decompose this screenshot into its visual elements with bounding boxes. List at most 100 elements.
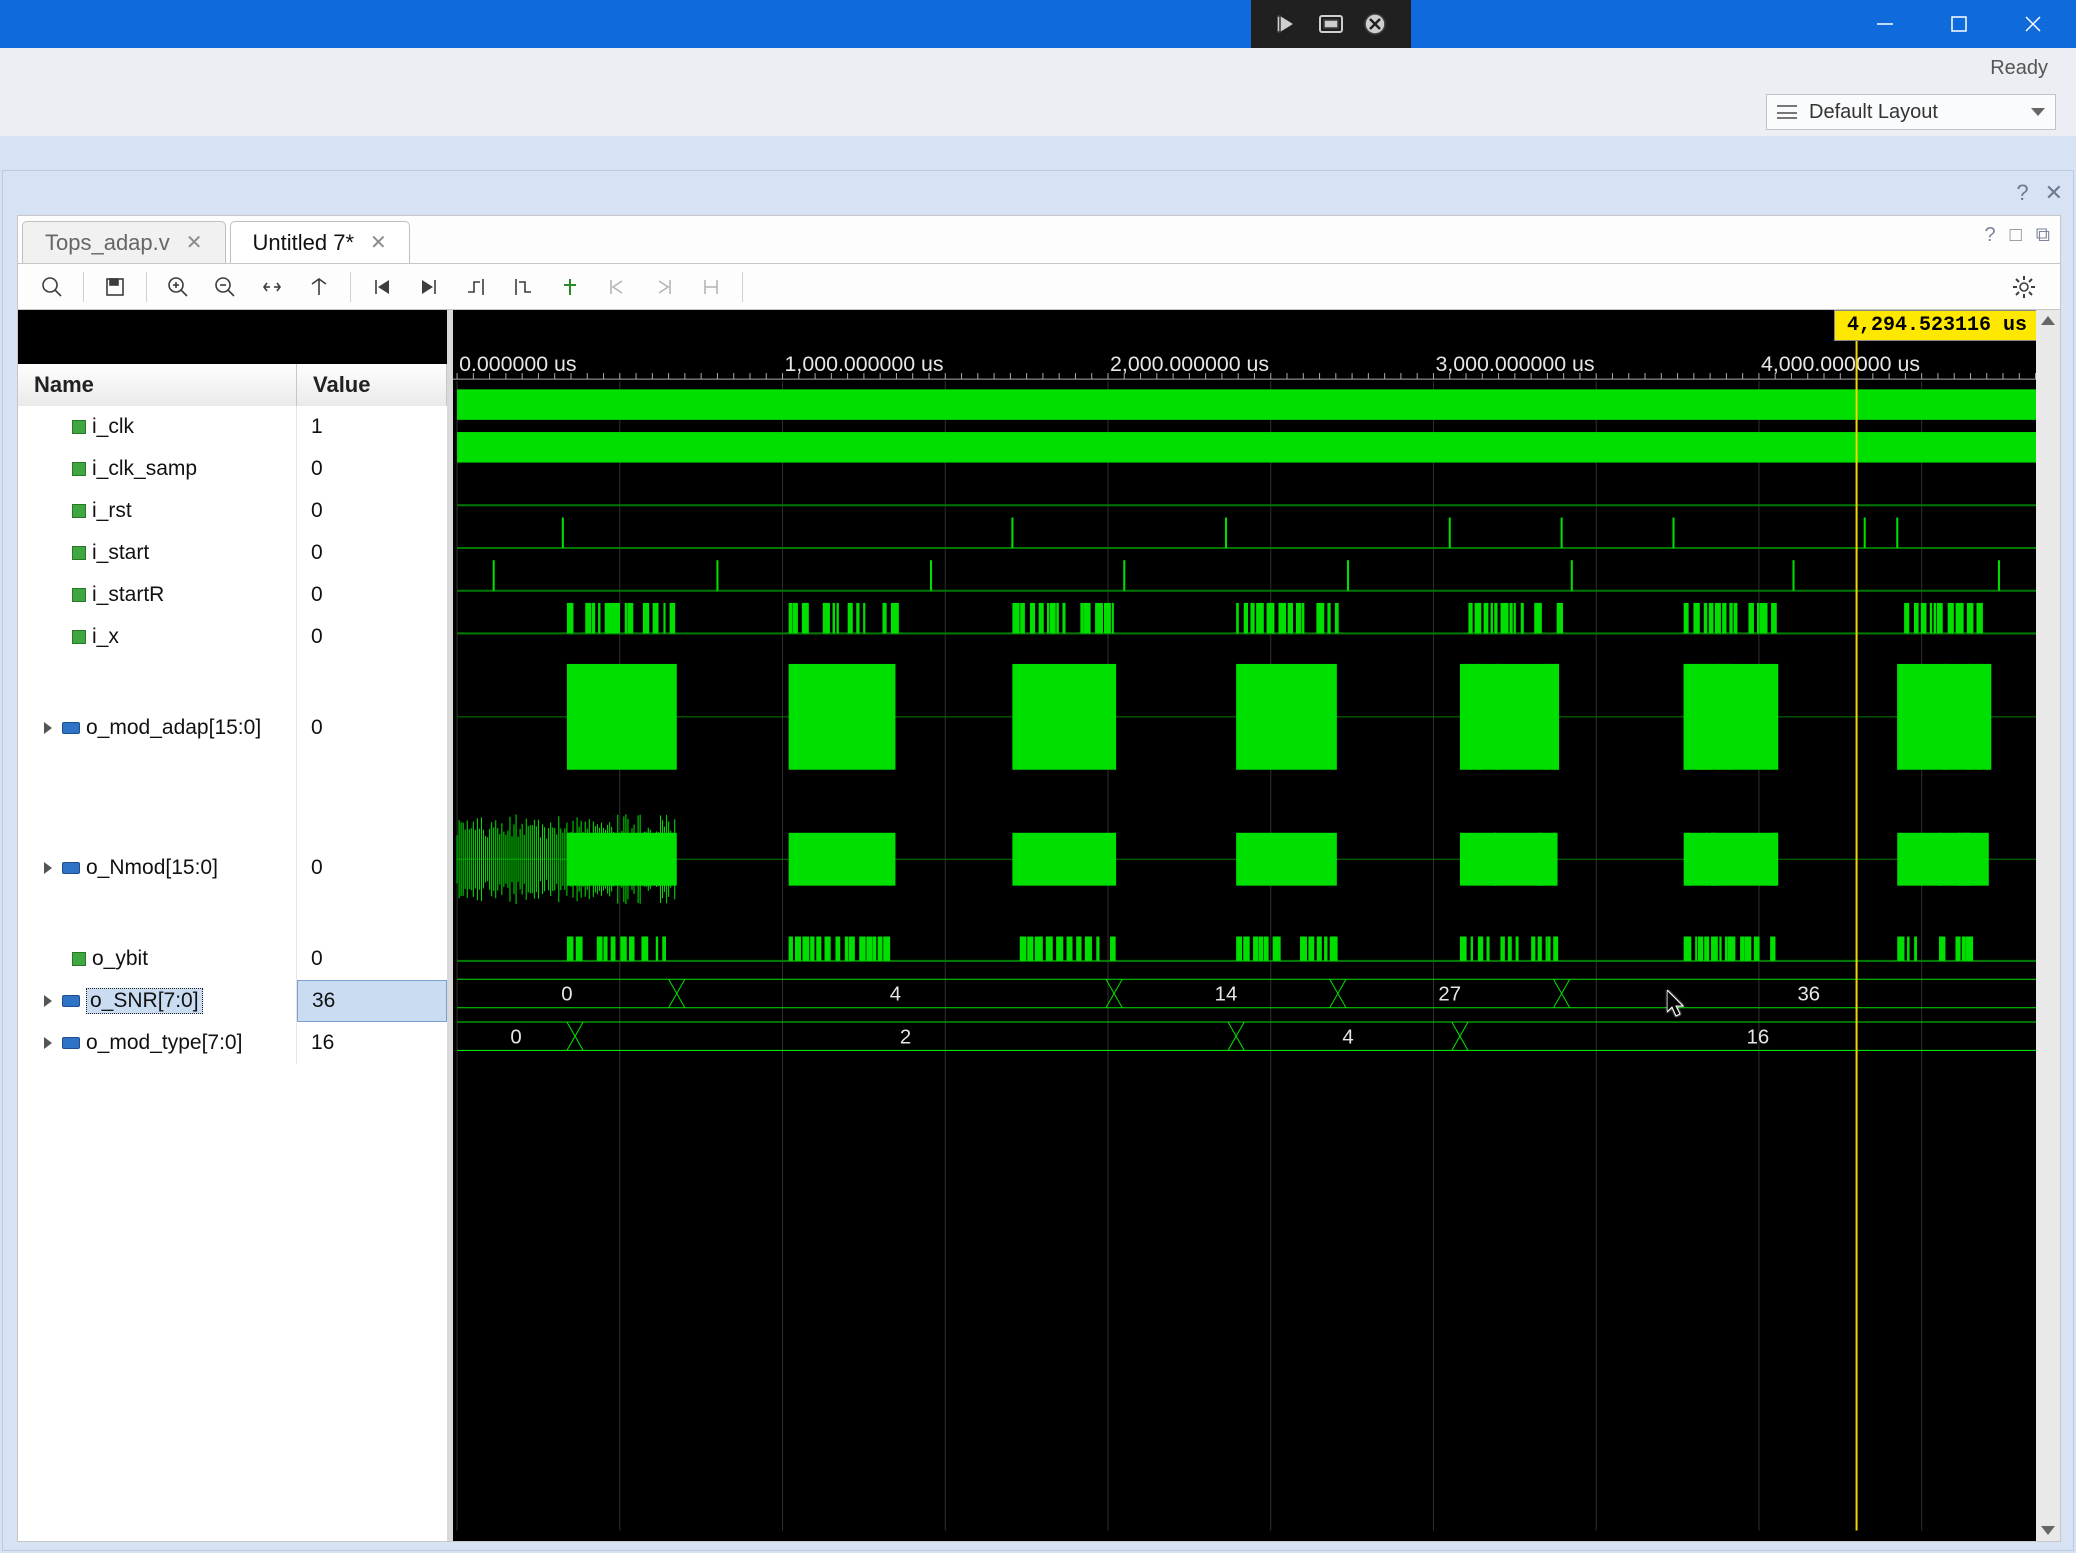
- signal-row[interactable]: i_clk 1: [18, 406, 447, 448]
- prev-edge-button[interactable]: [454, 269, 498, 305]
- bus-signal-icon: [62, 995, 80, 1007]
- go-end-button[interactable]: [407, 269, 451, 305]
- vertical-scrollbar[interactable]: [2036, 310, 2060, 1541]
- column-header-name[interactable]: Name: [18, 364, 297, 406]
- prev-marker-button[interactable]: [595, 269, 639, 305]
- bit-signal-icon: [72, 630, 86, 644]
- svg-text:4: 4: [890, 984, 901, 1006]
- save-button[interactable]: [93, 269, 137, 305]
- signal-name: o_ybit: [92, 947, 148, 971]
- titlebar-close-round-icon[interactable]: [1353, 6, 1397, 42]
- bus-signal-icon: [62, 722, 80, 734]
- signal-name: i_rst: [92, 499, 132, 523]
- svg-text:0: 0: [510, 1026, 521, 1048]
- layout-bar: Default Layout: [0, 88, 2076, 136]
- signal-name: i_startR: [92, 583, 164, 607]
- signal-name: o_mod_adap[15:0]: [86, 716, 261, 740]
- signal-row[interactable]: i_startR 0: [18, 574, 447, 616]
- svg-text:4,000.000000 us: 4,000.000000 us: [1761, 352, 1920, 376]
- window-close-button[interactable]: [1996, 0, 2070, 48]
- bus-signal-icon: [62, 1037, 80, 1049]
- svg-text:0: 0: [561, 984, 572, 1006]
- swap-markers-button[interactable]: [689, 269, 733, 305]
- signal-value: 1: [297, 406, 447, 448]
- go-start-button[interactable]: [360, 269, 404, 305]
- tab-source-file[interactable]: Tops_adap.v ✕: [22, 221, 226, 263]
- hamburger-icon: [1777, 105, 1797, 119]
- next-edge-button[interactable]: [501, 269, 545, 305]
- search-button[interactable]: [30, 269, 74, 305]
- window-titlebar: [0, 0, 2076, 48]
- scroll-down-icon[interactable]: [2041, 1526, 2055, 1535]
- signal-name: o_Nmod[15:0]: [86, 856, 218, 880]
- waveform-toolbar: [18, 264, 2060, 310]
- bit-signal-icon: [72, 546, 86, 560]
- close-dock-icon[interactable]: ✕: [2045, 180, 2063, 206]
- signal-name: i_clk_samp: [92, 457, 197, 481]
- expand-icon[interactable]: [44, 1037, 52, 1049]
- bus-signal-icon: [62, 862, 80, 874]
- signal-value: 0: [297, 938, 447, 980]
- zoom-fit-button[interactable]: [250, 269, 294, 305]
- signal-value: 0: [297, 798, 447, 938]
- signal-name: i_start: [92, 541, 149, 565]
- signal-row[interactable]: o_ybit 0: [18, 938, 447, 980]
- expand-icon[interactable]: [44, 995, 52, 1007]
- svg-text:0.000000 us: 0.000000 us: [459, 352, 576, 376]
- waveform-body: Name Value i_clk1i_clk_samp0i_rst0i_star…: [18, 310, 2060, 1541]
- close-tab-icon[interactable]: ✕: [186, 230, 203, 255]
- dock-header-controls: ? ✕: [3, 171, 2073, 215]
- expand-icon[interactable]: [44, 722, 52, 734]
- chevron-down-icon: [2031, 108, 2045, 116]
- svg-text:3,000.000000 us: 3,000.000000 us: [1435, 352, 1594, 376]
- svg-text:2: 2: [900, 1026, 911, 1048]
- zoom-cursor-button[interactable]: [297, 269, 341, 305]
- zoom-in-button[interactable]: [156, 269, 200, 305]
- signal-row[interactable]: i_x0: [18, 616, 447, 658]
- signal-value: 0: [297, 448, 447, 490]
- svg-text:14: 14: [1215, 984, 1238, 1006]
- waveform-plot[interactable]: 4,294.523116 us 0.000000 us1,000.000000 …: [453, 310, 2060, 1541]
- expand-icon[interactable]: [44, 862, 52, 874]
- signal-row[interactable]: i_rst 0: [18, 490, 447, 532]
- signal-name: o_mod_type[7:0]: [86, 1031, 242, 1055]
- close-tab-icon[interactable]: ✕: [370, 230, 387, 255]
- titlebar-keyboard-icon[interactable]: [1309, 6, 1353, 42]
- window-maximize-button[interactable]: [1922, 0, 1996, 48]
- settings-button[interactable]: [2002, 269, 2046, 305]
- signal-name: i_clk: [92, 415, 134, 439]
- signal-row[interactable]: i_start0: [18, 532, 447, 574]
- svg-text:1,000.000000 us: 1,000.000000 us: [785, 352, 944, 376]
- waveform-panel: Tops_adap.v ✕ Untitled 7* ✕ ? □ ⧉: [17, 215, 2061, 1542]
- signal-row[interactable]: i_clk_samp 0: [18, 448, 447, 490]
- signal-value: 0: [297, 658, 447, 798]
- signal-value: 0: [297, 490, 447, 532]
- signal-row[interactable]: o_mod_adap[15:0] 0: [18, 658, 447, 798]
- signal-name: i_x: [92, 625, 119, 649]
- window-minimize-button[interactable]: [1848, 0, 1922, 48]
- signal-list[interactable]: i_clk1i_clk_samp0i_rst0i_start0i_startR0…: [18, 406, 447, 1541]
- signal-row[interactable]: o_Nmod[15:0] 0: [18, 798, 447, 938]
- waveform-canvas[interactable]: 0.000000 us1,000.000000 us2,000.000000 u…: [453, 310, 2060, 1531]
- column-header-value[interactable]: Value: [297, 364, 447, 406]
- dock-area: ? ✕ Tops_adap.v ✕ Untitled 7* ✕ ? □ ⧉: [2, 170, 2074, 1551]
- add-marker-button[interactable]: [548, 269, 592, 305]
- svg-text:4: 4: [1342, 1026, 1353, 1048]
- signal-pane-header-spacer: [18, 310, 447, 364]
- signal-row[interactable]: o_mod_type[7:0]16: [18, 1022, 447, 1064]
- maximize-panel-icon[interactable]: □: [2010, 224, 2022, 247]
- bit-signal-icon: [72, 952, 86, 966]
- help-icon[interactable]: ?: [1985, 224, 1996, 247]
- signal-value: 0: [297, 574, 447, 616]
- titlebar-play-icon[interactable]: [1265, 6, 1309, 42]
- scroll-up-icon[interactable]: [2041, 316, 2055, 325]
- signal-list-pane: Name Value i_clk1i_clk_samp0i_rst0i_star…: [18, 310, 453, 1541]
- signal-row[interactable]: o_SNR[7:0]36: [18, 980, 447, 1022]
- popout-panel-icon[interactable]: ⧉: [2036, 224, 2050, 247]
- next-marker-button[interactable]: [642, 269, 686, 305]
- layout-selector[interactable]: Default Layout: [1766, 94, 2056, 130]
- zoom-out-button[interactable]: [203, 269, 247, 305]
- tab-waveform[interactable]: Untitled 7* ✕: [230, 221, 410, 263]
- status-text: Ready: [1990, 57, 2048, 80]
- help-icon[interactable]: ?: [2016, 180, 2028, 206]
